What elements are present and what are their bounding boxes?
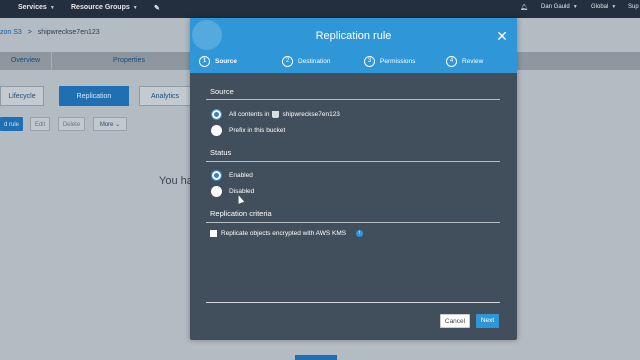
subtab-lifecycle[interactable]: Lifecycle	[0, 86, 44, 106]
enabled-label: Enabled	[229, 172, 253, 179]
user-name: Dan Gauld	[541, 4, 570, 10]
radio-selected[interactable]	[211, 109, 222, 120]
divider	[206, 161, 500, 162]
breadcrumb-separator: >	[27, 29, 32, 36]
radio-unselected[interactable]	[211, 186, 222, 197]
more-label: More	[99, 122, 114, 128]
status-heading: Status	[210, 148, 232, 157]
chevron-down-icon: ▼	[132, 5, 138, 11]
delete-button[interactable]: Delete	[58, 117, 85, 131]
footer-divider	[206, 302, 500, 303]
subtab-replication[interactable]: Replication	[59, 86, 129, 106]
resource-groups-menu[interactable]: Resource Groups ▼	[71, 4, 138, 11]
next-button[interactable]: Next	[476, 314, 499, 328]
chevron-down-icon: ▼	[572, 4, 578, 10]
more-button[interactable]: More ⌄	[93, 117, 127, 131]
step-destination[interactable]: 2 Destination	[282, 55, 331, 67]
step-number: 2	[282, 55, 293, 67]
dialog-title: Replication rule	[315, 30, 392, 42]
breadcrumb: zon S3 > shipwreckse7en123	[0, 29, 100, 36]
status-enabled-option[interactable]: Enabled	[211, 170, 253, 181]
replication-rule-dialog: Replication rule ✕ 1 Source 2 Destinatio…	[190, 18, 517, 340]
radio-selected[interactable]	[211, 170, 222, 181]
bucket-name: shipwreckse7en123	[282, 111, 340, 118]
support-menu[interactable]: Sup	[628, 4, 639, 10]
user-menu[interactable]: Dan Gauld ▼	[541, 4, 578, 10]
step-review[interactable]: 4 Review	[446, 55, 483, 67]
step-number: 3	[364, 55, 375, 67]
chevron-down-icon: ▼	[611, 4, 617, 10]
region-menu[interactable]: Global ▼	[591, 4, 616, 10]
pin-icon[interactable]: ✎	[154, 4, 160, 12]
step-label: Source	[215, 57, 238, 65]
region-label: Global	[591, 4, 609, 10]
step-number: 1	[199, 55, 210, 67]
bottom-bar	[295, 355, 337, 360]
top-nav: Services ▼ Resource Groups ▼ ✎ 🔔︎ Dan Gaul…	[0, 0, 640, 18]
status-disabled-option[interactable]: Disabled	[211, 186, 254, 197]
close-icon[interactable]: ✕	[496, 29, 508, 43]
step-source[interactable]: 1 Source	[199, 55, 237, 67]
prefix-option[interactable]: Prefix in this bucket	[211, 125, 285, 136]
resource-groups-label: Resource Groups	[71, 4, 130, 11]
all-contents-label: All contents in	[229, 111, 270, 118]
source-heading: Source	[210, 87, 234, 96]
divider	[206, 99, 500, 100]
bucket-icon	[272, 111, 280, 118]
divider	[206, 222, 500, 223]
info-icon[interactable]: i	[356, 230, 364, 237]
kms-option[interactable]: Replicate objects encrypted with AWS KMS…	[210, 230, 364, 237]
add-rule-button[interactable]: d rule	[0, 117, 23, 131]
all-contents-option[interactable]: All contents in shipwreckse7en123	[211, 109, 340, 120]
kms-label: Replicate objects encrypted with AWS KMS	[221, 230, 347, 237]
step-number: 4	[446, 55, 457, 67]
step-label: Permissions	[380, 57, 416, 65]
breadcrumb-s3[interactable]: zon S3	[0, 29, 22, 36]
breadcrumb-bucket: shipwreckse7en123	[37, 29, 100, 36]
dialog-header: Replication rule ✕ 1 Source 2 Destinatio…	[190, 18, 517, 73]
tab-properties[interactable]: Properties	[52, 52, 207, 70]
bell-icon[interactable]: 🔔︎	[520, 4, 528, 11]
services-menu[interactable]: Services ▼	[18, 4, 55, 11]
step-permissions[interactable]: 3 Permissions	[364, 55, 415, 67]
step-label: Destination	[298, 57, 331, 65]
chevron-down-icon: ▼	[49, 5, 55, 11]
step-label: Review	[462, 57, 484, 65]
tab-overview[interactable]: Overview	[0, 52, 52, 70]
chevron-down-icon: ⌄	[115, 122, 121, 128]
radio-unselected[interactable]	[211, 125, 222, 136]
criteria-heading: Replication criteria	[210, 209, 272, 218]
services-label: Services	[18, 4, 47, 11]
subtab-analytics[interactable]: Analytics	[139, 86, 191, 106]
empty-state-text: You ha	[159, 175, 193, 187]
edit-button[interactable]: Edit	[30, 117, 50, 131]
cancel-button[interactable]: Cancel	[440, 314, 470, 328]
prefix-label: Prefix in this bucket	[229, 127, 286, 134]
kms-checkbox[interactable]	[210, 230, 217, 237]
